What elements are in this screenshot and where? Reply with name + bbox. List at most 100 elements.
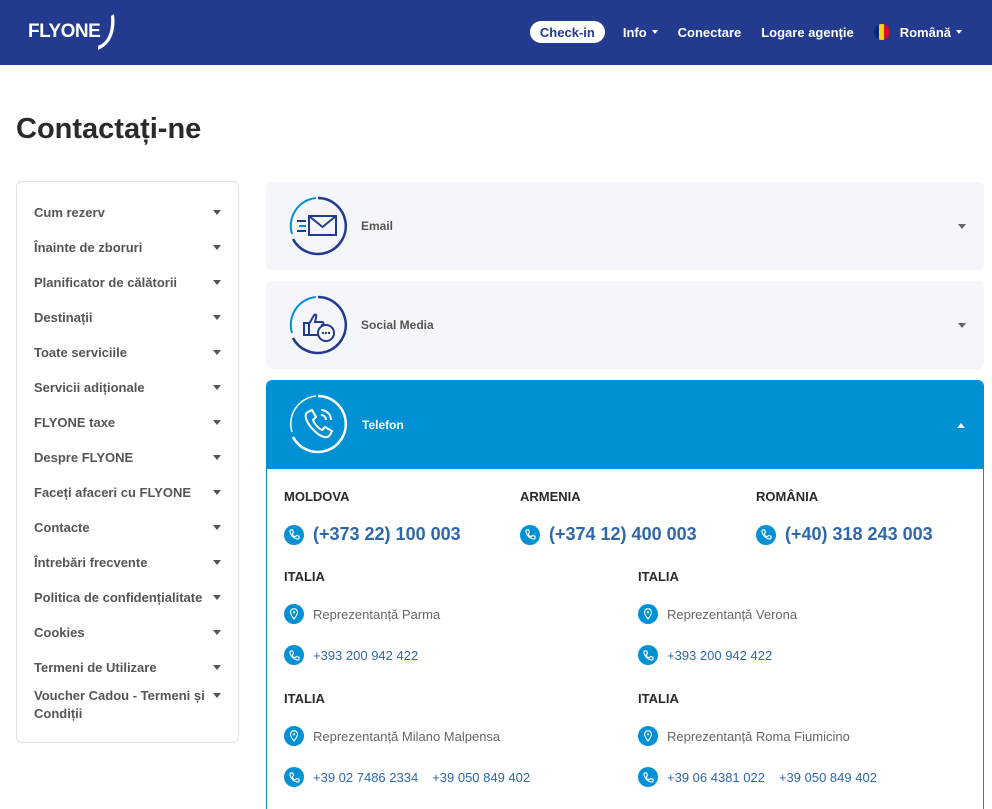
country-italia: ITALIA [284,691,325,706]
chevron-down-icon [213,455,221,460]
sidebar-item[interactable]: Întrebări frecvente [17,545,238,580]
sidebar-item[interactable]: FLYONE taxe [17,405,238,440]
country-italia: ITALIA [638,569,679,584]
sidebar-item[interactable]: Servicii adiționale [17,370,238,405]
chevron-down-icon [213,245,221,250]
phone-moldova[interactable]: (+373 22) 100 003 [284,524,461,545]
nav-info-label: Info [622,24,647,40]
phone-icon [638,767,658,787]
location-pin-icon [284,726,304,746]
phone-icon [284,524,304,545]
logo-text: FLYONE [28,21,101,42]
sidebar-item-label: Cum rezerv [34,205,105,220]
sidebar-item[interactable]: Toate serviciile [17,335,238,370]
sidebar-item[interactable]: Contacte [17,510,238,545]
sidebar-item-label: Contacte [34,520,90,535]
chevron-down-icon [213,665,221,670]
accordion-telefon-label: Telefon [362,418,404,432]
sidebar-item[interactable]: Politica de confidențialitate [17,580,238,615]
accordion-social-media[interactable]: Social Media [266,281,984,369]
chevron-up-icon [957,423,965,428]
sidebar-item-label: Planificator de călătorii [34,275,178,290]
phone-romania[interactable]: (+40) 318 243 003 [756,524,933,545]
chevron-down-icon [651,30,658,34]
sidebar-item[interactable]: Voucher Cadou - Termeni și Condiții [17,685,238,733]
chevron-down-icon [213,315,221,320]
accordion-email-header[interactable]: Email [266,182,984,270]
office-milano: Reprezentanță Milano Malpensa [284,726,500,746]
office-name: Reprezentanță Milano Malpensa [313,728,501,744]
country-armenia: ARMENIA [520,489,581,504]
location-pin-icon [284,604,304,624]
flyone-logo[interactable]: FLYONE [28,12,116,52]
chevron-down-icon [956,30,962,34]
phone-icon [284,767,304,787]
sidebar-menu: Cum rezerv Înainte de zboruri Planificator… [16,181,239,743]
phone-number: (+374 12) 400 003 [549,524,697,544]
checkin-button[interactable]: Check-in [529,21,605,43]
chevron-down-icon [213,595,221,600]
nav-conectare[interactable]: Conectare [678,25,742,40]
sidebar-item[interactable]: Planificator de călătorii [17,265,238,300]
chevron-down-icon [213,420,221,425]
sidebar-item-label: Cookies [34,625,85,640]
phone-link[interactable]: +39 02 7486 2334 [313,770,418,785]
sidebar-item-label: Destinații [34,310,93,325]
language-label: Română [899,24,951,40]
romania-flag-icon [873,24,890,40]
sidebar-item-label: Toate serviciile [34,345,127,360]
accordion-social-media-header[interactable]: Social Media [266,281,984,369]
sidebar-item[interactable]: Despre FLYONE [17,440,238,475]
phone-icon [756,524,776,545]
logo-swoosh-icon [98,14,115,50]
location-pin-icon [638,604,658,624]
office-name: Reprezentanță Verona [667,606,798,622]
sidebar-item-label: Voucher Cadou - Termeni și Condiții [34,688,205,721]
sidebar-item-label: Faceți afaceri cu FLYONE [34,485,192,500]
chevron-down-icon [958,323,966,328]
nav-agency-login-label: Logare agenție [761,24,854,40]
top-navigation-bar: FLYONE Check-in Info Conectare Logare ag… [0,0,992,65]
language-selector[interactable]: Română [873,24,962,40]
accordion-email[interactable]: Email [266,182,984,270]
phone-link[interactable]: +39 06 4381 022 [667,770,765,785]
sidebar-item-label: Întrebări frecvente [34,555,148,570]
phone-link[interactable]: +39 050 849 402 [432,770,530,785]
office-parma: Reprezentanță Parma [284,604,440,624]
phone-number: (+40) 318 243 003 [785,524,933,544]
thumbs-up-chat-icon [289,295,348,355]
country-romania: ROMÂNIA [756,489,819,504]
office-verona: Reprezentanță Verona [638,604,797,624]
office-name: Reprezentanță Roma Fiumicino [667,728,850,744]
sidebar-item-label: FLYONE taxe [34,415,116,430]
chevron-down-icon [213,210,221,215]
nav-info[interactable]: Info [623,25,658,40]
chevron-down-icon [213,490,221,495]
sidebar-item[interactable]: Înainte de zboruri [17,230,238,265]
chevron-down-icon [213,525,221,530]
phone-number: (+373 22) 100 003 [313,524,461,544]
chevron-down-icon [213,350,221,355]
nav-conectare-label: Conectare [677,24,742,40]
page-title: Contactați-ne [16,113,202,145]
sidebar-item[interactable]: Termeni de Utilizare [17,650,238,685]
main-nav: Check-in Info Conectare Logare agenție R… [529,21,962,43]
sidebar-item-label: Politica de confidențialitate [34,590,203,605]
nav-agency-login[interactable]: Logare agenție [761,25,853,40]
accordion-telefon[interactable]: Telefon MOLDOVA ARMENIA ROMÂNIA (+373 22… [266,380,984,809]
phone-armenia[interactable]: (+374 12) 400 003 [520,524,697,545]
sidebar-item[interactable]: Cum rezerv [17,195,238,230]
phone-icon [638,645,658,665]
phone-link[interactable]: +39 050 849 402 [779,770,877,785]
accordion-telefon-header[interactable]: Telefon [267,381,983,469]
sidebar-item[interactable]: Faceți afaceri cu FLYONE [17,475,238,510]
sidebar-item[interactable]: Destinații [17,300,238,335]
sidebar-item-label: Termeni de Utilizare [34,660,157,675]
office-name: Reprezentanță Parma [313,606,441,622]
phone-link[interactable]: +393 200 942 422 [313,648,418,663]
sidebar-item[interactable]: Cookies [17,615,238,650]
location-pin-icon [638,726,658,746]
phone-link[interactable]: +393 200 942 422 [667,648,772,663]
envelope-icon [289,196,348,256]
accordion-email-label: Email [361,219,394,233]
